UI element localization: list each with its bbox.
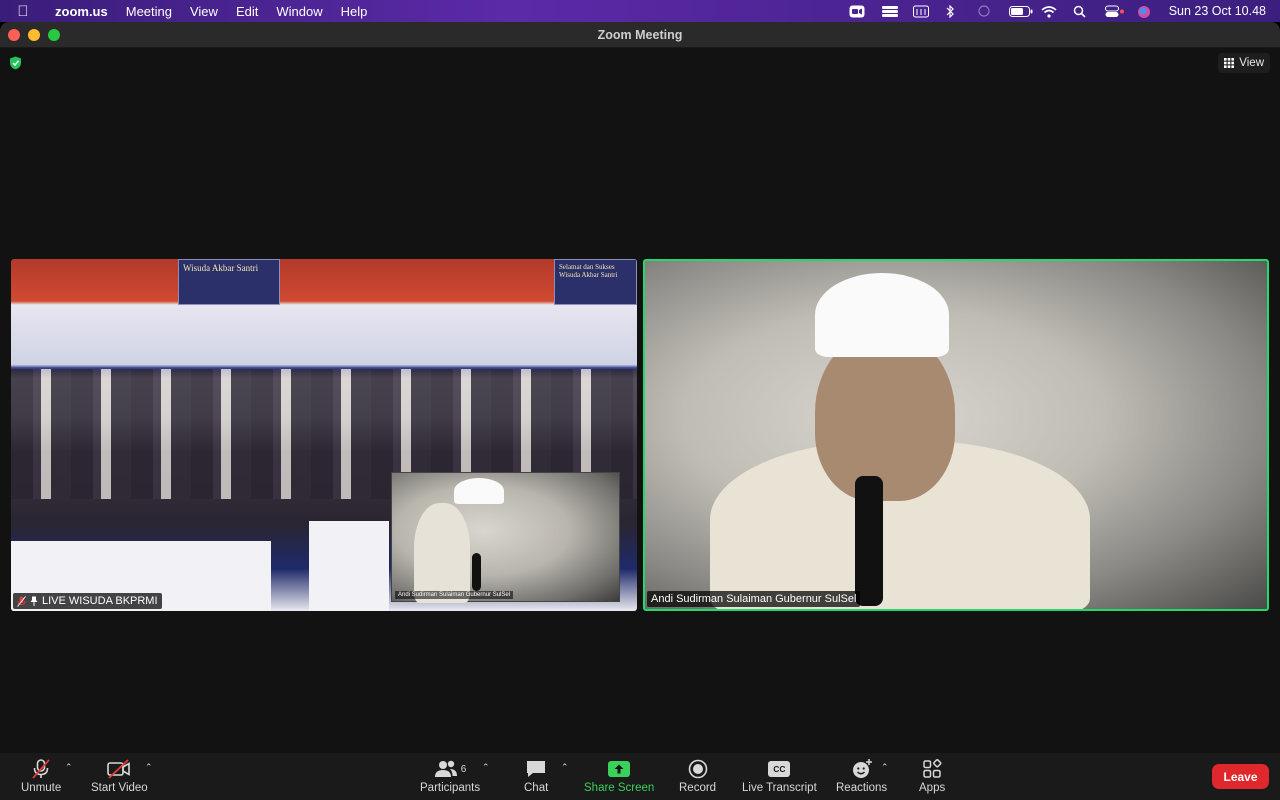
- meeting-stage: View Wisuda Akbar Santri Selamat dan Suk…: [0, 49, 1280, 753]
- microphone-small: [472, 553, 481, 591]
- view-button-label: View: [1239, 57, 1264, 69]
- start-video-label: Start Video: [91, 782, 148, 794]
- start-video-button[interactable]: Start Video: [91, 758, 148, 794]
- stage-banner-right: Selamat dan Sukses Wisuda Akbar Santri: [554, 259, 637, 305]
- cc-icon-text: CC: [773, 764, 786, 774]
- window-title: Zoom Meeting: [597, 27, 683, 42]
- chat-button[interactable]: Chat: [524, 758, 548, 794]
- speaker-silhouette-small: [414, 503, 470, 603]
- reactions-options-caret[interactable]: ⌃: [881, 762, 889, 773]
- menu-view[interactable]: View: [181, 4, 227, 19]
- pin-icon: [30, 596, 38, 606]
- window-close-button[interactable]: [8, 28, 20, 41]
- menu-window[interactable]: Window: [267, 4, 331, 19]
- leave-button[interactable]: Leave: [1212, 764, 1269, 789]
- participant-tile-active-speaker[interactable]: Andi Sudirman Sulaiman Gubernur SulSel: [643, 259, 1269, 611]
- live-transcript-button[interactable]: CC Live Transcript: [742, 758, 817, 794]
- front-table-right: [309, 521, 389, 611]
- share-screen-label: Share Screen: [584, 782, 655, 794]
- banner-text-left: Wisuda Akbar Santri: [183, 263, 259, 273]
- projected-name-label: Andi Sudirman Sulaiman Gubernur SulSel: [395, 591, 514, 599]
- wifi-icon[interactable]: [1041, 5, 1059, 18]
- apple-icon[interactable]: : [0, 3, 46, 20]
- menu-app-name[interactable]: zoom.us: [46, 4, 117, 19]
- participant-tile-venue[interactable]: Wisuda Akbar Santri Selamat dan Sukses W…: [11, 259, 637, 611]
- reactions-smiley-icon: [852, 759, 872, 778]
- tile-name-speaker: Andi Sudirman Sulaiman Gubernur SulSel: [651, 593, 857, 605]
- bluetooth-icon[interactable]: [945, 4, 963, 18]
- macos-menubar:  zoom.us Meeting View Edit Window Help …: [0, 0, 1280, 22]
- muted-mic-icon: [17, 595, 26, 607]
- participants-options-caret[interactable]: ⌃: [482, 762, 490, 773]
- closed-caption-icon: CC: [768, 761, 791, 777]
- apps-label: Apps: [919, 782, 946, 794]
- zoom-status-icon[interactable]: [849, 5, 867, 18]
- participants-count: 6: [460, 763, 467, 775]
- speaker-cap: [815, 273, 949, 357]
- apps-button[interactable]: Apps: [919, 758, 945, 794]
- battery-icon[interactable]: [1008, 5, 1033, 18]
- menubar-clock[interactable]: Sun 23 Oct 10.48: [1169, 4, 1266, 18]
- stage-banner-left: Wisuda Akbar Santri: [178, 259, 280, 305]
- menu-meeting[interactable]: Meeting: [117, 4, 181, 19]
- tile-name-venue: LIVE WISUDA BKPRMI: [42, 595, 158, 607]
- menu-edit[interactable]: Edit: [227, 4, 267, 19]
- reactions-label: Reactions: [836, 782, 888, 794]
- stack-icon[interactable]: [881, 5, 899, 18]
- projected-speaker-screen: Andi Sudirman Sulaiman Gubernur SulSel: [391, 472, 620, 603]
- record-icon: [688, 759, 707, 779]
- control-center-icon[interactable]: [1104, 5, 1124, 18]
- microphone: [855, 476, 883, 606]
- menu-help[interactable]: Help: [332, 4, 377, 19]
- meeting-toolbar: Unmute ⌃ Start Video ⌃ 6 Participants ⌃ …: [0, 753, 1280, 800]
- calendar-icon[interactable]: [912, 5, 931, 18]
- siri-icon[interactable]: [1137, 5, 1155, 18]
- zoom-window: Zoom Meeting View Wisuda Akbar Santri Se…: [0, 22, 1280, 800]
- chat-options-caret[interactable]: ⌃: [561, 762, 569, 773]
- participants-button[interactable]: 6 Participants: [420, 758, 480, 794]
- view-button[interactable]: View: [1218, 53, 1270, 73]
- audio-options-caret[interactable]: ⌃: [65, 762, 73, 773]
- share-screen-button[interactable]: Share Screen: [584, 758, 654, 794]
- window-maximize-button[interactable]: [48, 28, 60, 41]
- participants-icon: [434, 760, 457, 777]
- share-screen-icon: [608, 761, 631, 777]
- chat-icon: [527, 761, 546, 777]
- airplay-icon[interactable]: [977, 4, 995, 18]
- record-label: Record: [679, 782, 717, 794]
- live-transcript-label: Live Transcript: [742, 782, 817, 794]
- window-minimize-button[interactable]: [28, 28, 40, 41]
- banner-text-right: Selamat dan Sukses Wisuda Akbar Santri: [559, 263, 618, 280]
- chat-label: Chat: [524, 782, 549, 794]
- apps-icon: [923, 759, 942, 778]
- unmute-label: Unmute: [21, 782, 62, 794]
- tile-name-label-speaker: Andi Sudirman Sulaiman Gubernur SulSel: [647, 591, 861, 607]
- encryption-shield-icon[interactable]: [9, 56, 22, 70]
- speaker-cap-small: [454, 478, 504, 504]
- grid-view-icon: [1224, 58, 1235, 68]
- tile-name-label-venue: LIVE WISUDA BKPRMI: [13, 593, 162, 609]
- spotlight-search-icon[interactable]: [1073, 5, 1091, 18]
- microphone-muted-icon: [32, 759, 50, 779]
- video-off-icon: [107, 759, 131, 779]
- unmute-button[interactable]: Unmute: [21, 758, 61, 794]
- participants-label: Participants: [420, 782, 481, 794]
- reactions-button[interactable]: Reactions: [836, 758, 887, 794]
- video-options-caret[interactable]: ⌃: [145, 762, 153, 773]
- record-button[interactable]: Record: [679, 758, 716, 794]
- window-titlebar[interactable]: Zoom Meeting: [0, 22, 1280, 48]
